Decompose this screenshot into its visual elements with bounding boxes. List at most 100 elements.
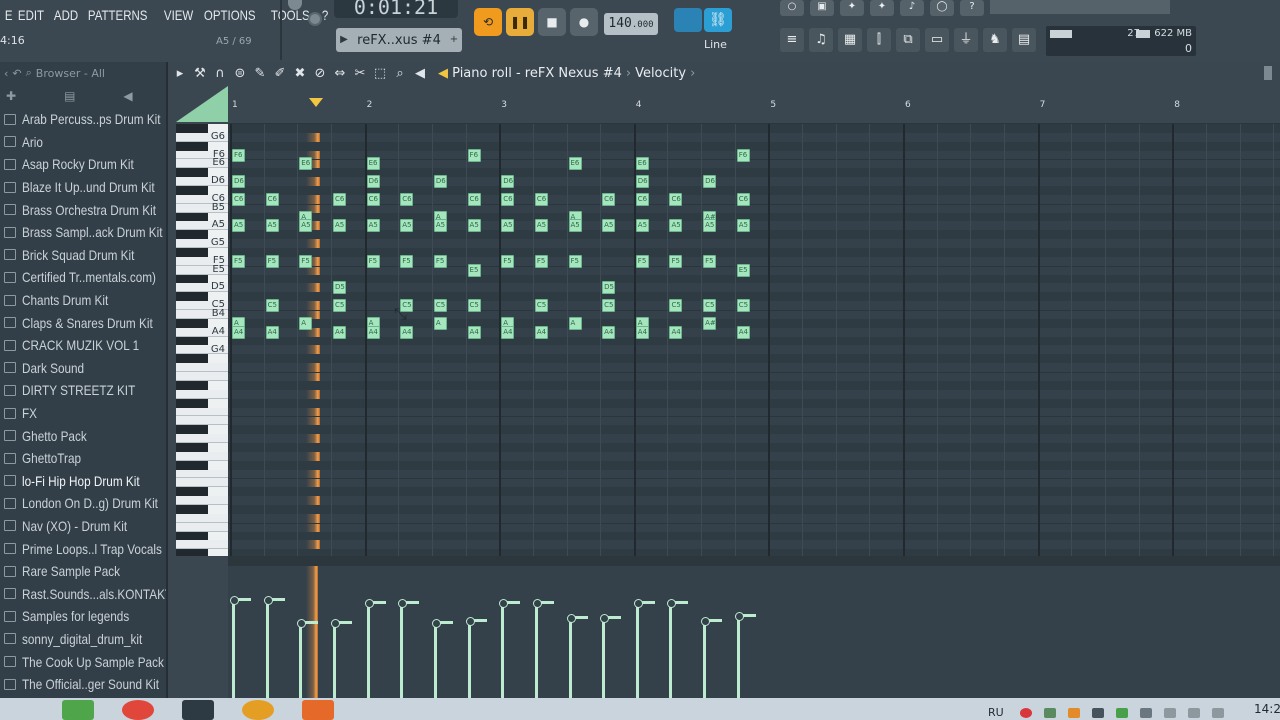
tray-flag-icon[interactable] [1092,708,1104,718]
piano-key-white[interactable] [176,434,228,443]
velocity-handle[interactable] [701,616,723,626]
piano-key-black[interactable] [176,425,208,435]
note[interactable]: F5 [534,254,548,268]
piano-key-black[interactable] [176,230,208,240]
note[interactable]: A5 [568,219,582,233]
browser-item[interactable]: Blaze It Up..und Drum Kit [0,176,166,199]
menu-item[interactable]: EDIT [13,4,49,26]
piano-key-white[interactable] [176,513,228,523]
note[interactable]: A [568,316,582,330]
velocity-handle[interactable] [230,596,251,605]
paint-icon[interactable]: ✐ [270,66,290,81]
record-settings-icon[interactable]: ○ [780,0,804,16]
note[interactable]: F5 [568,254,582,268]
metronome-button[interactable] [674,8,702,32]
menu-item[interactable]: VIEW [159,4,198,26]
link-button[interactable]: ⛓ [704,8,732,32]
torrent-app-icon[interactable] [62,700,94,720]
velocity-bar[interactable] [669,600,673,702]
help-icon[interactable]: ? [960,0,984,16]
browser-item[interactable]: Asap Rocky Drum Kit [0,153,166,176]
note[interactable]: C6 [669,192,683,206]
note[interactable]: D6 [501,175,515,189]
piano-key-white[interactable] [176,469,228,479]
note[interactable]: A5 [467,219,481,233]
piano-key-white[interactable] [176,363,228,373]
note[interactable]: C5 [534,299,548,313]
back-icon[interactable]: ‹ [4,67,8,80]
note[interactable]: A5 [265,219,279,233]
piano-key-black[interactable] [176,487,208,497]
note[interactable]: A5 [736,219,750,233]
velocity-bar[interactable] [467,618,471,702]
menu-item[interactable]: OPTIONS [199,4,261,26]
speaker-icon[interactable]: ◀ [123,89,132,103]
note[interactable]: D6 [232,175,245,189]
wrench-icon[interactable]: ⚒ [190,66,210,81]
browser-item[interactable]: The Official..ger Sound Kit [0,673,166,696]
velocity-bar[interactable] [366,600,370,702]
piano-key-black[interactable] [176,318,208,328]
velocity-handle[interactable] [600,614,622,624]
piano-key-black[interactable] [176,186,208,195]
pattern-prev-icon[interactable]: ▶ [336,29,352,51]
fl-studio-app-icon[interactable] [242,700,274,720]
blend-icon[interactable]: ✦ [870,0,894,16]
velocity-bar[interactable] [299,621,303,702]
playback-icon[interactable]: ◀ [410,66,430,81]
delete-icon[interactable]: ✖ [290,66,310,81]
tray-arrows-icon[interactable] [1140,708,1152,718]
piano-key-white[interactable] [176,478,228,488]
velocity-bar[interactable] [602,616,606,702]
tray-torrent-icon[interactable] [1116,708,1128,718]
note[interactable]: D6 [703,175,717,189]
piano-key-black[interactable] [176,504,208,514]
piano-key-black[interactable] [176,336,208,346]
note[interactable]: C6 [265,192,279,206]
velocity-bar[interactable] [501,600,505,702]
piano-key-white[interactable] [176,372,228,381]
velocity-bar[interactable] [736,613,740,702]
piano-key-black[interactable] [176,398,208,408]
velocity-editor[interactable] [228,566,1280,702]
mic-icon[interactable]: ♪ [900,0,924,16]
note[interactable]: E5 [736,263,750,277]
browser-item[interactable]: Brick Squad Drum Kit [0,244,166,267]
record-button[interactable]: ● [570,8,598,36]
network-icon[interactable] [1164,708,1176,718]
note[interactable]: C6 [501,192,515,206]
note[interactable]: A4 [635,325,649,339]
velocity-bar[interactable] [703,618,707,702]
browser-item[interactable]: Samples for legends [0,605,166,628]
note[interactable]: F6 [467,148,481,162]
velocity-bar[interactable] [433,621,437,702]
note[interactable]: A5 [602,219,616,233]
velocity-bar[interactable] [635,600,639,702]
piano-key-white[interactable] [176,416,228,426]
note[interactable]: C6 [534,192,548,206]
stamp-icon[interactable]: ⊜ [230,66,250,81]
piano-key-black[interactable] [176,274,208,284]
expand-icon[interactable]: ✚ [6,89,16,103]
plugin-icon[interactable]: ⏚ [954,28,978,52]
note[interactable]: D6 [366,175,380,189]
magnet-icon[interactable]: ∩ [210,66,230,81]
mute-icon[interactable]: ⊘ [310,66,330,81]
piano-key-black[interactable] [176,354,208,364]
note[interactable]: A5 [703,219,717,233]
clipboard-icon[interactable]: ▭ [925,28,949,52]
velocity-handle[interactable] [398,598,420,608]
piano-roll-icon[interactable]: ♫ [809,28,833,52]
note[interactable]: C5 [467,299,481,313]
note[interactable]: A4 [669,325,683,339]
note[interactable]: C5 [433,299,447,313]
chat-icon[interactable]: ◯ [930,0,954,16]
note[interactable]: C6 [332,192,346,206]
note[interactable]: C5 [602,299,616,313]
note[interactable]: A5 [534,219,548,233]
menu-arrow-icon[interactable]: ▸ [170,66,190,81]
pattern-selector[interactable]: ▶ reFX..xus #4 + [336,28,462,52]
wizard-icon[interactable]: ♞ [983,28,1007,52]
velocity-bar[interactable] [568,616,572,702]
velocity-handle[interactable] [566,614,588,624]
